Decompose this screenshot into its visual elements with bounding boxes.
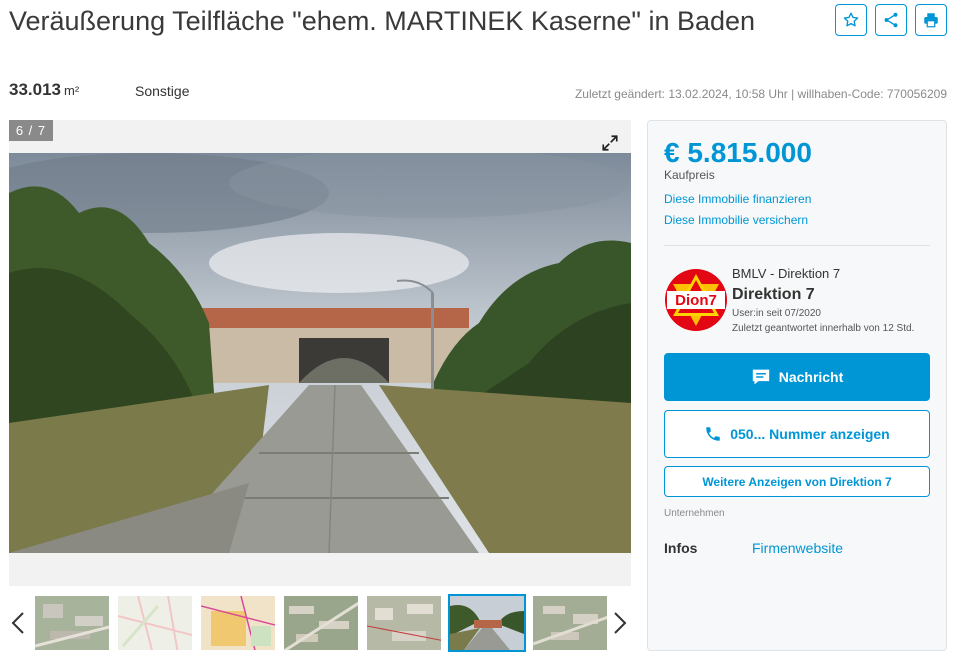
image-counter: 6 / 7 — [9, 120, 53, 141]
main-photo[interactable] — [9, 153, 631, 553]
thumbnail[interactable] — [282, 594, 360, 652]
star-icon — [843, 12, 859, 27]
thumbnail[interactable] — [33, 594, 111, 652]
message-button[interactable]: Nachricht — [664, 353, 930, 401]
contact-panel: € 5.815.000 Kaufpreis Diese Immobilie fi… — [647, 120, 947, 651]
more-ads-button[interactable]: Weitere Anzeigen von Direktion 7 — [664, 466, 930, 497]
area-value: 33.013 m² — [9, 80, 79, 100]
property-category: Sonstige — [135, 83, 190, 99]
show-phone-label: 050... Nummer anzeigen — [730, 426, 890, 442]
print-button[interactable] — [915, 4, 947, 36]
area-number: 33.013 — [9, 80, 61, 99]
image-gallery: 6 / 7 — [9, 120, 631, 586]
price: € 5.815.000 — [664, 137, 812, 168]
thumbnail-strip — [33, 594, 609, 652]
thumbnail[interactable] — [199, 594, 277, 652]
price-label: Kaufpreis — [664, 168, 715, 182]
company-label: Unternehmen — [664, 508, 725, 519]
seller-member-since: User:in seit 07/2020 — [732, 308, 821, 319]
thumbnail-active[interactable] — [448, 594, 526, 652]
listing-title: Veräußerung Teilfläche "ehem. MARTINEK K… — [9, 6, 756, 36]
phone-icon — [706, 427, 720, 441]
chat-icon — [752, 369, 769, 385]
message-button-label: Nachricht — [778, 369, 844, 385]
expand-icon — [602, 135, 618, 151]
company-website-link[interactable]: Firmenwebsite — [752, 540, 843, 556]
printer-icon — [924, 13, 938, 28]
thumbnail[interactable] — [531, 594, 609, 652]
infos-label: Infos — [664, 540, 698, 556]
seller-logo-text: Dion7 — [675, 292, 717, 309]
thumbnail[interactable] — [116, 594, 194, 652]
divider — [664, 245, 930, 246]
share-button[interactable] — [875, 4, 907, 36]
thumbnail-prev-button[interactable] — [7, 596, 29, 650]
chevron-left-icon — [11, 612, 24, 634]
insure-link[interactable]: Diese Immobilie versichern — [664, 213, 808, 227]
area-unit: m² — [64, 83, 80, 98]
listing-meta: Zuletzt geändert: 13.02.2024, 10:58 Uhr … — [574, 87, 947, 101]
share-icon — [884, 12, 898, 28]
seller-organization: BMLV - Direktion 7 — [732, 266, 841, 281]
chevron-right-icon — [614, 612, 627, 634]
finance-link[interactable]: Diese Immobilie finanzieren — [664, 192, 811, 206]
show-phone-button[interactable]: 050... Nummer anzeigen — [664, 410, 930, 458]
seller-name[interactable]: Direktion 7 — [732, 286, 815, 304]
thumbnail-next-button[interactable] — [609, 596, 631, 650]
seller-reply-time: Zuletzt geantwortet innerhalb von 12 Std… — [732, 323, 915, 334]
favorite-button[interactable] — [835, 4, 867, 36]
seller-logo[interactable]: Dion7 — [664, 268, 728, 332]
thumbnail[interactable] — [365, 594, 443, 652]
